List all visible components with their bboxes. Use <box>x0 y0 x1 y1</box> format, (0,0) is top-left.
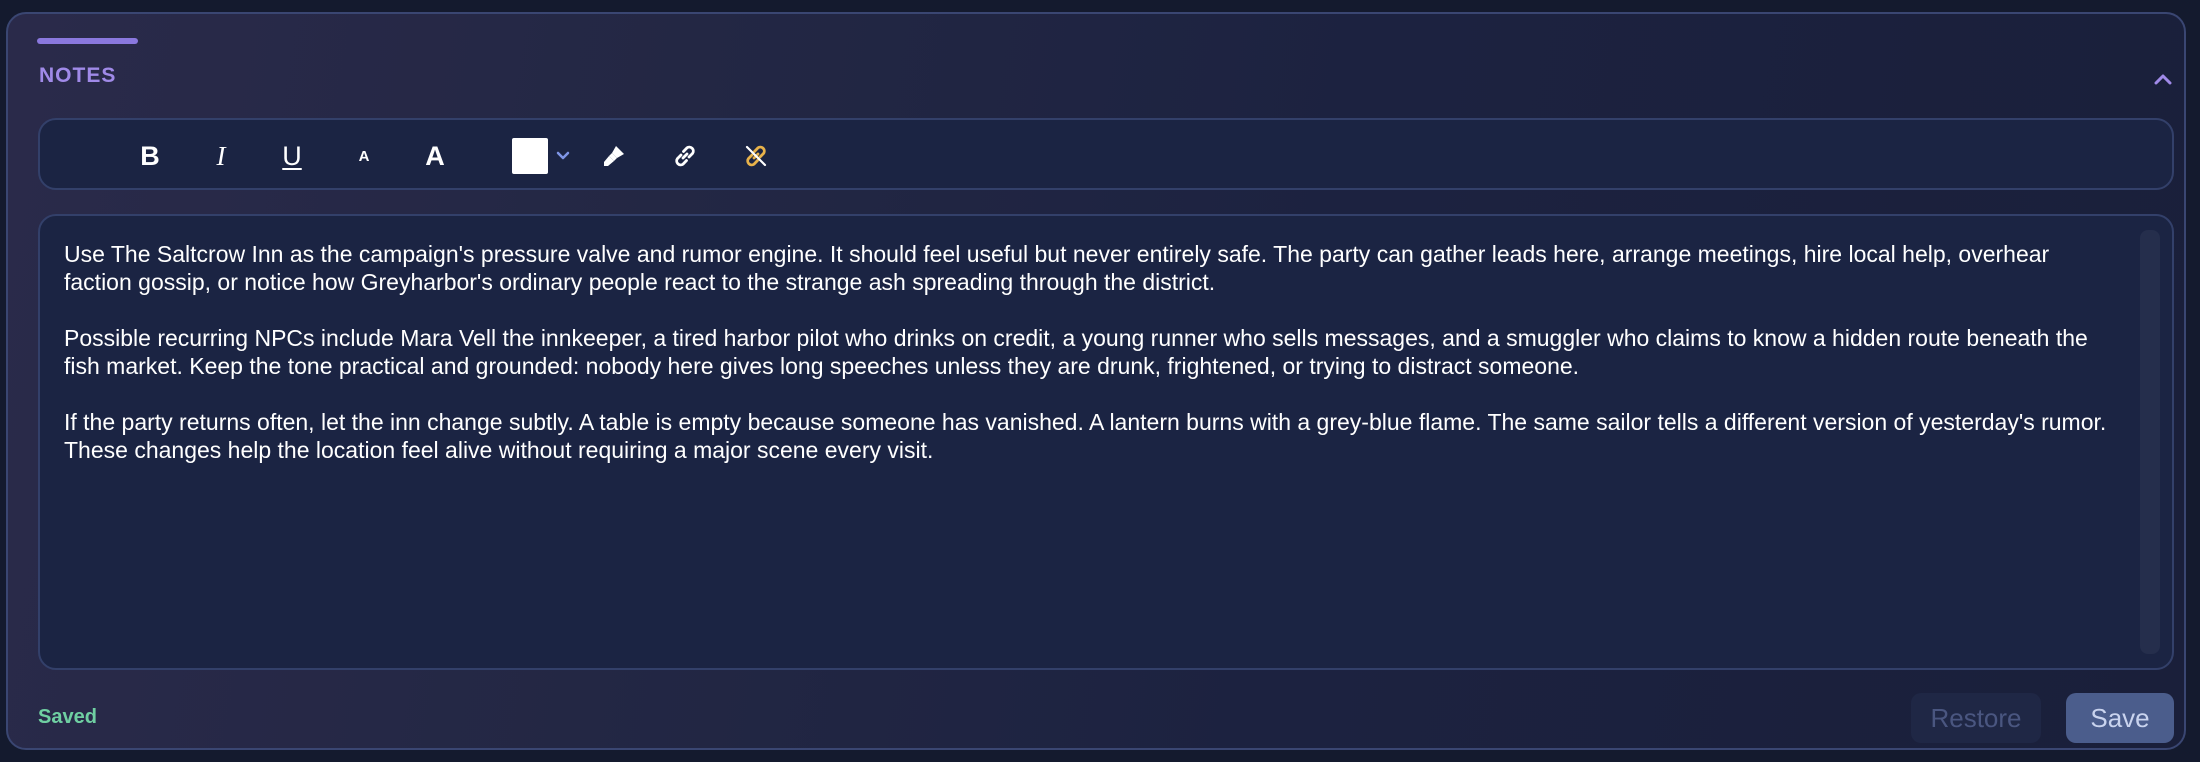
formatting-toolbar: B I U A A <box>38 118 2174 190</box>
remove-link-button[interactable] <box>730 130 782 182</box>
accent-bar <box>37 38 138 44</box>
restore-button[interactable]: Restore <box>1911 693 2041 743</box>
text-color-swatch[interactable] <box>512 138 548 174</box>
chevron-down-icon <box>556 151 570 160</box>
insert-link-button[interactable] <box>659 130 711 182</box>
italic-button[interactable]: I <box>195 130 247 182</box>
underline-button[interactable]: U <box>266 130 318 182</box>
paragraph: Use The Saltcrow Inn as the campaign's p… <box>64 241 2050 295</box>
notes-panel: NOTES B I U A A Use The Saltcrow Inn as … <box>6 12 2186 750</box>
paragraph: Possible recurring NPCs include Mara Vel… <box>64 325 2088 379</box>
bold-button[interactable]: B <box>124 130 176 182</box>
highlighter-icon <box>604 146 624 166</box>
chevron-up-icon <box>2154 74 2172 85</box>
unlink-icon <box>745 145 767 167</box>
decrease-font-size-button[interactable]: A <box>338 130 390 182</box>
paragraph: If the party returns often, let the inn … <box>64 409 2107 463</box>
editor-content[interactable]: Use The Saltcrow Inn as the campaign's p… <box>64 240 2114 492</box>
save-status: Saved <box>38 706 97 728</box>
link-icon <box>675 145 695 167</box>
section-title: NOTES <box>39 64 117 87</box>
editor-scrollbar[interactable] <box>2140 230 2160 654</box>
save-button[interactable]: Save <box>2066 693 2174 743</box>
collapse-button[interactable] <box>2146 64 2180 94</box>
highlight-button[interactable] <box>588 130 640 182</box>
increase-font-size-button[interactable]: A <box>409 130 461 182</box>
text-color-dropdown[interactable] <box>552 144 574 168</box>
notes-editor[interactable]: Use The Saltcrow Inn as the campaign's p… <box>38 214 2174 670</box>
